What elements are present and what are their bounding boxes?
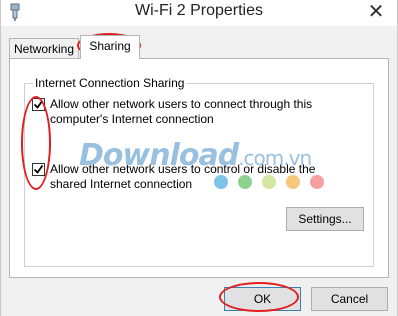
watermark-dot	[286, 175, 300, 189]
annotation-ellipse-ok-button	[219, 282, 299, 312]
settings-button[interactable]: Settings...	[286, 207, 364, 231]
allow-connect-label[interactable]: Allow other network users to connect thr…	[50, 97, 320, 127]
watermark-dot	[262, 175, 276, 189]
tab-networking[interactable]: Networking	[9, 38, 79, 59]
title-bar: Wi-Fi 2 Properties ✕	[1, 0, 397, 26]
tab-sharing[interactable]: Sharing	[80, 35, 140, 59]
allow-connect-line2: computer's Internet connection	[50, 112, 214, 126]
watermark-dot	[310, 175, 324, 189]
watermark-suffix: .com.vn	[238, 146, 312, 170]
allow-connect-line1: Allow other network users to connect thr…	[50, 97, 313, 111]
watermark-dot	[238, 175, 252, 189]
close-button[interactable]: ✕	[361, 0, 391, 24]
cancel-button[interactable]: Cancel	[311, 287, 388, 311]
watermark-main: Download	[79, 138, 239, 173]
watermark-dot	[214, 175, 228, 189]
properties-dialog: Wi-Fi 2 Properties ✕ Networking Sharing …	[0, 0, 398, 316]
allow-control-line2: shared Internet connection	[50, 177, 193, 191]
window-title: Wi-Fi 2 Properties	[134, 2, 264, 19]
annotation-ellipse-checkboxes	[21, 96, 51, 190]
group-label: Internet Connection Sharing	[33, 76, 187, 90]
internet-connection-sharing-group: Internet Connection Sharing Allow other …	[24, 76, 374, 267]
watermark-logo: Download.com.vn	[79, 138, 312, 173]
